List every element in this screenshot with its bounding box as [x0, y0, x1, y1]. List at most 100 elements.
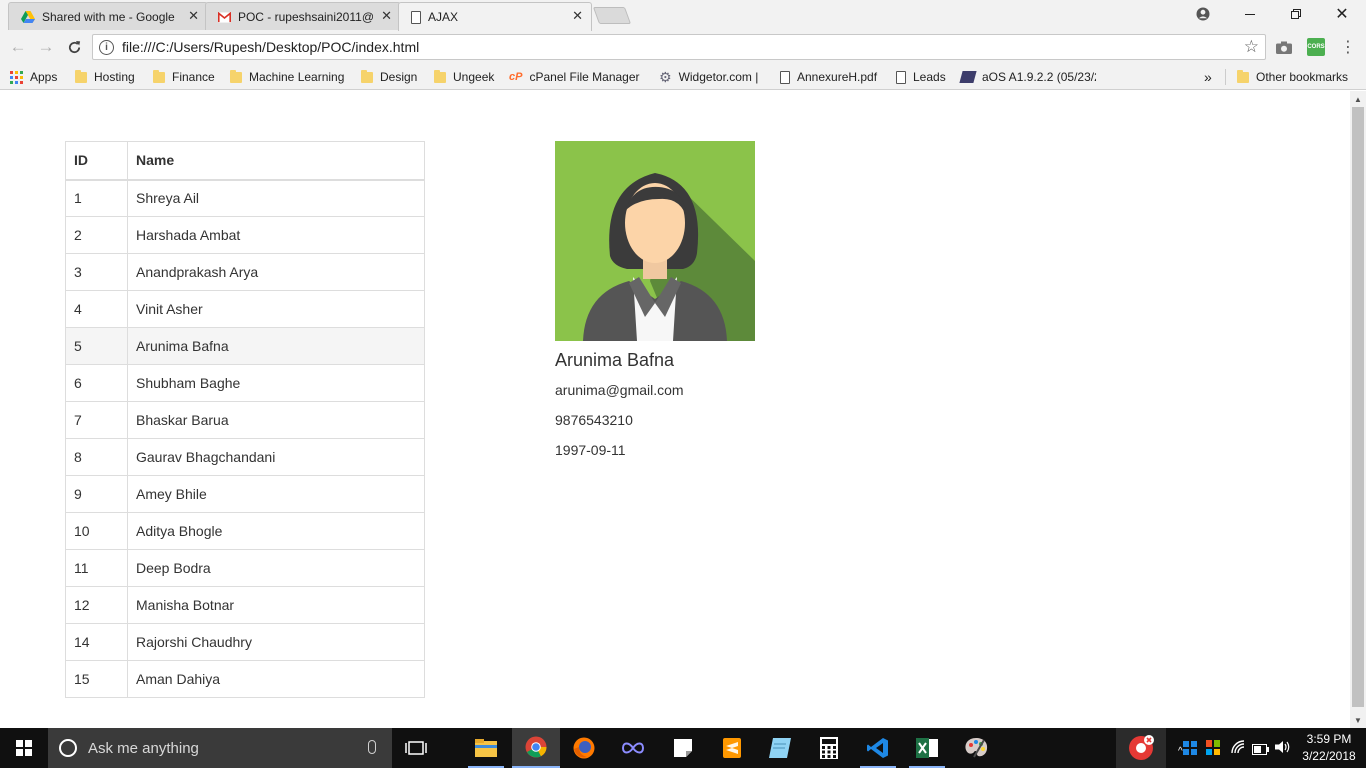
- taskbar-clock[interactable]: 3:59 PM 3/22/2018: [1296, 731, 1362, 765]
- tab-ajax[interactable]: AJAX ✕: [398, 2, 592, 31]
- reload-icon[interactable]: [63, 36, 85, 58]
- cell-name: Harshada Ambat: [127, 216, 425, 254]
- start-button[interactable]: [0, 728, 48, 768]
- restore-button[interactable]: [1273, 0, 1319, 28]
- tab-gmail-poc[interactable]: POC - rupeshsaini2011@ ✕: [205, 2, 401, 30]
- profile-icon[interactable]: [1180, 0, 1226, 28]
- search-placeholder: Ask me anything: [88, 739, 199, 757]
- table-row[interactable]: 9 Amey Bhile: [65, 475, 425, 513]
- cell-name: Bhaskar Barua: [127, 401, 425, 439]
- tab-title: POC - rupeshsaini2011@: [237, 10, 374, 24]
- bookmark-leads[interactable]: Leads: [896, 68, 946, 86]
- taskbar-infinity-app[interactable]: [609, 728, 657, 768]
- table-row[interactable]: 6 Shubham Baghe: [65, 364, 425, 402]
- table-row[interactable]: 7 Bhaskar Barua: [65, 401, 425, 439]
- cell-id: 11: [65, 549, 128, 587]
- microphone-icon[interactable]: [368, 740, 376, 754]
- bookmarks-overflow-chevron-icon[interactable]: »: [1204, 68, 1212, 86]
- chrome-icon: [525, 736, 547, 758]
- bookmark-design[interactable]: Design: [361, 68, 417, 86]
- taskbar-calculator[interactable]: [805, 728, 853, 768]
- cell-id: 6: [65, 364, 128, 402]
- bookmark-annexureh[interactable]: AnnexureH.pdf: [780, 68, 877, 86]
- tab-title: AJAX: [428, 10, 459, 24]
- taskbar-excel[interactable]: [903, 728, 951, 768]
- bookmark-label: Leads: [913, 70, 946, 84]
- forward-arrow-icon[interactable]: →: [35, 36, 57, 58]
- menu-kebab-icon[interactable]: ⋮: [1339, 38, 1357, 56]
- close-icon[interactable]: ✕: [572, 8, 583, 24]
- tray-app-button[interactable]: [1116, 728, 1166, 768]
- bookmark-other[interactable]: Other bookmarks: [1237, 68, 1348, 86]
- taskbar-sublime-text[interactable]: [708, 728, 756, 768]
- table-row[interactable]: 14 Rajorshi Chaudhry: [65, 623, 425, 661]
- close-icon[interactable]: ✕: [188, 8, 199, 24]
- table-row[interactable]: 11 Deep Bodra: [65, 549, 425, 587]
- taskbar-sticky-notes[interactable]: [659, 728, 707, 768]
- clock-date: 3/22/2018: [1302, 749, 1356, 763]
- table-row[interactable]: 12 Manisha Botnar: [65, 586, 425, 624]
- bookmark-cpanel[interactable]: cP cPanel File Manager v: [509, 68, 641, 86]
- scroll-down-arrow-icon[interactable]: ▼: [1350, 712, 1366, 728]
- address-bar[interactable]: i file:///C:/Users/Rupesh/Desktop/POC/in…: [92, 34, 1266, 60]
- cell-id: 2: [65, 216, 128, 254]
- camera-icon[interactable]: [1275, 38, 1293, 56]
- cell-name: Anandprakash Arya: [127, 253, 425, 291]
- close-window-button[interactable]: ✕: [1319, 0, 1365, 28]
- table-row[interactable]: 15 Aman Dahiya: [65, 660, 425, 698]
- windows-store-icon[interactable]: [1183, 741, 1197, 755]
- bookmark-ungeek[interactable]: Ungeek: [434, 68, 494, 86]
- table-row[interactable]: 5 Arunima Bafna: [65, 327, 425, 365]
- calculator-icon: [820, 737, 838, 759]
- bookmark-finance[interactable]: Finance: [153, 68, 215, 86]
- cors-extension-icon[interactable]: CORS: [1307, 38, 1325, 56]
- bookmark-label: aOS A1.9.2.2 (05/23/2: [982, 70, 1096, 84]
- cpanel-icon: cP: [509, 71, 523, 83]
- vscode-icon: [867, 738, 888, 758]
- bookmark-label: Widgetor.com |: [678, 70, 759, 84]
- cell-name: Gaurav Bhagchandani: [127, 438, 425, 476]
- folder-icon: [434, 69, 446, 83]
- bookmark-apps[interactable]: Apps: [10, 68, 57, 86]
- cortana-search-box[interactable]: Ask me anything: [48, 728, 392, 768]
- taskbar-paint[interactable]: [952, 728, 1000, 768]
- table-row[interactable]: 10 Aditya Bhogle: [65, 512, 425, 550]
- vertical-scrollbar[interactable]: ▲ ▼: [1350, 91, 1366, 728]
- notepad-icon: [769, 738, 791, 758]
- minimize-button[interactable]: [1227, 0, 1273, 28]
- taskbar-firefox[interactable]: [560, 728, 608, 768]
- office-tray-icon[interactable]: [1206, 740, 1221, 755]
- taskbar-file-explorer[interactable]: [462, 728, 510, 768]
- table-row[interactable]: 4 Vinit Asher: [65, 290, 425, 328]
- close-icon[interactable]: ✕: [381, 8, 392, 24]
- scrollbar-thumb[interactable]: [1352, 107, 1364, 707]
- tab-shared-with-me[interactable]: Shared with me - Google ✕: [8, 2, 208, 30]
- sticky-note-icon: [674, 739, 692, 757]
- cell-name: Manisha Botnar: [127, 586, 425, 624]
- table-row[interactable]: 1 Shreya Ail: [65, 179, 425, 217]
- bookmark-hosting[interactable]: Hosting: [75, 68, 135, 86]
- new-tab-button[interactable]: [592, 7, 632, 24]
- cell-name: Arunima Bafna: [127, 327, 425, 365]
- taskbar-vscode[interactable]: [854, 728, 902, 768]
- bookmark-label: Design: [380, 70, 418, 84]
- table-row[interactable]: 2 Harshada Ambat: [65, 216, 425, 254]
- back-arrow-icon[interactable]: ←: [7, 36, 29, 58]
- bookmark-machine-learning[interactable]: Machine Learning: [230, 68, 344, 86]
- star-bookmark-icon[interactable]: ☆: [1244, 37, 1259, 57]
- wifi-icon[interactable]: [1231, 740, 1245, 757]
- battery-icon[interactable]: [1252, 742, 1270, 758]
- scroll-up-arrow-icon[interactable]: ▲: [1350, 91, 1366, 107]
- info-icon[interactable]: i: [99, 39, 114, 55]
- taskbar-notepad[interactable]: [756, 728, 804, 768]
- show-hidden-icons-chevron-icon[interactable]: ^: [1178, 741, 1183, 757]
- table-row[interactable]: 8 Gaurav Bhagchandani: [65, 438, 425, 476]
- volume-icon[interactable]: [1275, 740, 1291, 757]
- bookmark-widgetor[interactable]: ⚙ Widgetor.com |: [659, 68, 758, 86]
- taskbar-chrome[interactable]: [512, 728, 560, 768]
- task-view-button[interactable]: [392, 728, 440, 768]
- table-row[interactable]: 3 Anandprakash Arya: [65, 253, 425, 291]
- bookmark-aos[interactable]: aOS A1.9.2.2 (05/23/2: [959, 68, 1096, 86]
- bookmark-label: Machine Learning: [249, 70, 345, 84]
- cell-id: 15: [65, 660, 128, 698]
